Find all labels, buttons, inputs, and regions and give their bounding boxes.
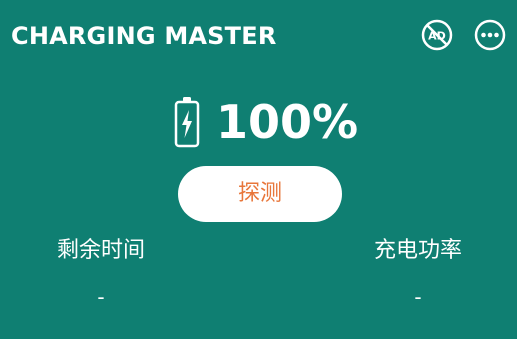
app-title: CHARGING MASTER	[11, 22, 277, 50]
charging-power-stat: 充电功率 -	[353, 236, 483, 310]
battery-status: 100%	[174, 92, 358, 152]
detect-button[interactable]: 探测	[178, 166, 342, 222]
remaining-time-stat: 剩余时间 -	[36, 236, 166, 310]
no-ads-icon[interactable]: AD	[421, 19, 453, 51]
charging-battery-icon	[174, 97, 200, 148]
remaining-time-value: -	[97, 285, 105, 309]
more-options-icon[interactable]	[474, 19, 506, 51]
charging-power-value: -	[414, 285, 422, 309]
battery-percent: 100%	[216, 95, 359, 149]
charging-power-label: 充电功率	[373, 238, 462, 263]
remaining-time-label: 剩余时间	[56, 238, 145, 263]
